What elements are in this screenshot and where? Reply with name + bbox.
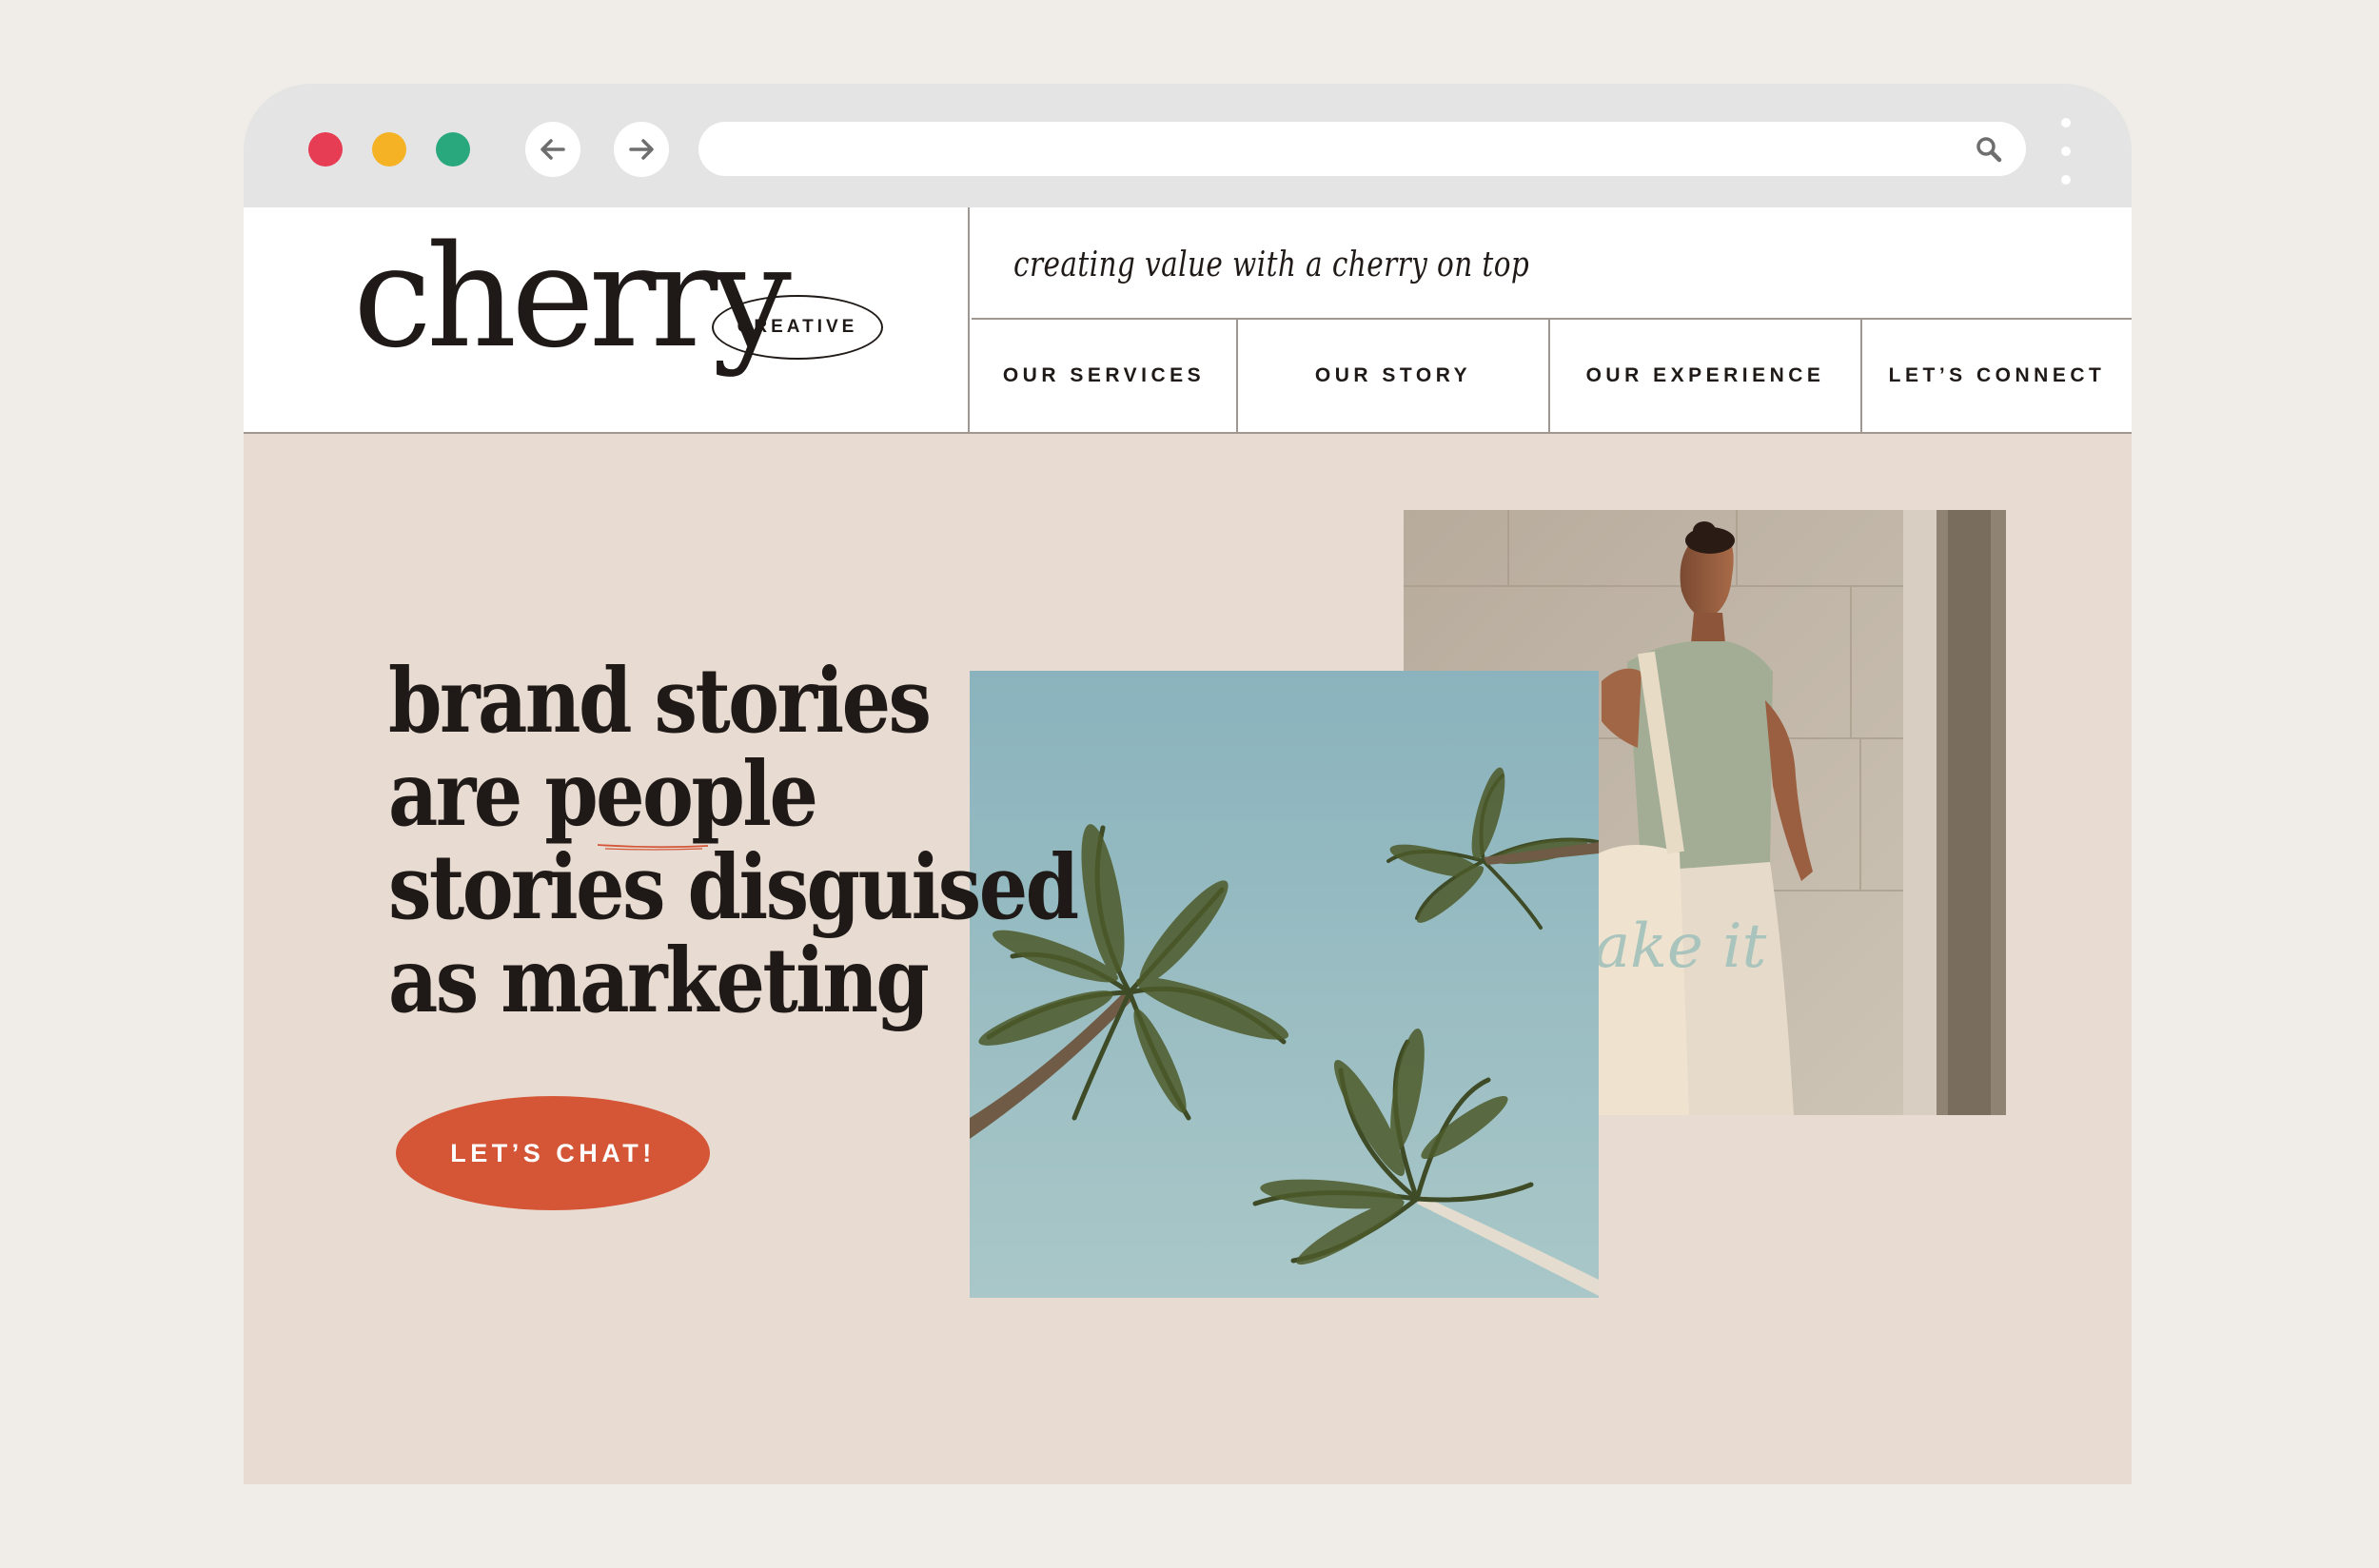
nav-our-services[interactable]: OUR SERVICES (972, 320, 1238, 432)
tagline-bar: creating value with a cherry on top (972, 207, 2132, 320)
nav-our-experience[interactable]: OUR EXPERIENCE (1550, 320, 1862, 432)
browser-window: cherry CREATIVE creating value with a ch… (244, 84, 2132, 1484)
logo-wordmark[interactable]: cherry (353, 226, 792, 367)
forward-arrow-icon (629, 139, 654, 160)
address-bar[interactable] (698, 122, 2026, 176)
minimize-window-dot[interactable] (372, 132, 406, 167)
logo[interactable]: cherry CREATIVE (244, 207, 970, 432)
website-page: cherry CREATIVE creating value with a ch… (244, 207, 2132, 1484)
people-underline-accent (597, 844, 709, 851)
logo-badge: CREATIVE (712, 295, 883, 360)
site-tagline: creating value with a cherry on top (1013, 245, 1530, 284)
lets-chat-button[interactable]: LET’S CHAT! (396, 1096, 710, 1210)
url-input[interactable] (727, 122, 1945, 176)
close-window-dot[interactable] (308, 132, 343, 167)
browser-toolbar (244, 84, 2132, 207)
more-vertical-icon[interactable] (2055, 118, 2076, 185)
hero-headline: brand stories are people stories disguis… (388, 649, 1079, 1033)
nav-lets-connect[interactable]: LET’S CONNECT (1862, 320, 2132, 432)
nav-our-story[interactable]: OUR STORY (1238, 320, 1550, 432)
headline-line: are people (388, 742, 818, 847)
headline-line: brand stories (388, 649, 932, 754)
headline-line: stories disguised (388, 835, 1079, 940)
headline-line: as marketing (388, 929, 930, 1033)
back-arrow-icon (541, 139, 565, 160)
back-button[interactable] (525, 122, 580, 177)
site-header: cherry CREATIVE creating value with a ch… (244, 207, 2132, 434)
search-icon (1976, 137, 2002, 163)
forward-button[interactable] (614, 122, 669, 177)
main-nav: OUR SERVICES OUR STORY OUR EXPERIENCE LE… (972, 320, 2132, 432)
search-button[interactable] (1973, 133, 2005, 166)
maximize-window-dot[interactable] (436, 132, 470, 167)
tote-bag-text: ake it (1594, 911, 1767, 982)
